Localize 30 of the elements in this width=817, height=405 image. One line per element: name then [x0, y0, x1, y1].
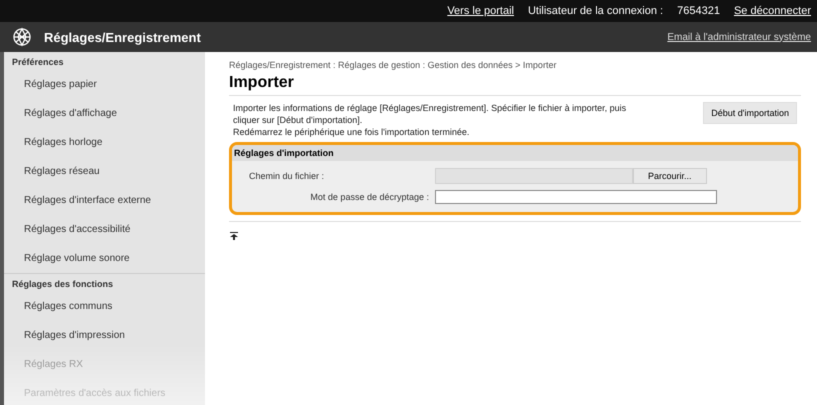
- breadcrumb: Réglages/Enregistrement : Réglages de gestion : Gestion des données > Importer: [229, 60, 558, 70]
- description-text: Redémarrez le périphérique une fois l'importation terminée.: [233, 126, 470, 138]
- portal-link[interactable]: Vers le portail: [447, 5, 514, 17]
- sidebar-item[interactable]: Réglages réseau: [4, 157, 205, 186]
- globe-icon: [12, 27, 32, 47]
- start-import-button[interactable]: Début d'importation: [703, 102, 797, 124]
- field-label: Chemin du fichier :: [248, 170, 326, 180]
- sidebar-item[interactable]: Réglages d'accessibilité: [4, 215, 205, 244]
- sidebar-item[interactable]: Réglage volume sonore: [4, 244, 205, 273]
- back-to-top-icon[interactable]: [229, 231, 239, 241]
- password-field[interactable]: [435, 190, 717, 204]
- browse-button[interactable]: Parcourir...: [633, 168, 707, 184]
- sidebar-item[interactable]: Réglages papier: [4, 70, 205, 99]
- section-title: Réglages d'importation: [232, 145, 798, 161]
- sidebar-item[interactable]: Réglages communs: [4, 292, 205, 321]
- file-path-field[interactable]: [435, 168, 633, 184]
- admin-email-link[interactable]: Email à l'administrateur système: [667, 32, 811, 42]
- sidebar-item[interactable]: Réglages horloge: [4, 128, 205, 157]
- page-title: Importer: [229, 74, 801, 96]
- user-label: Utilisateur de la connexion :: [528, 5, 664, 17]
- sidebar-heading: Préférences: [11, 56, 65, 69]
- app-title: Réglages/Enregistrement: [44, 30, 202, 44]
- user-id: 7654321: [677, 5, 720, 17]
- description-text: Importer les informations de réglage [Réglages/Enregistrement]. Spécifier le fichier à importer, puis cliquer sur [Début d'importation].: [233, 102, 628, 126]
- sidebar-item[interactable]: Réglages d'impression: [4, 321, 205, 350]
- sidebar-item[interactable]: Réglages d'interface externe: [4, 186, 205, 215]
- field-label: Mot de passe de décryptage :: [309, 192, 430, 202]
- sidebar-item[interactable]: Réglages d'affichage: [4, 99, 205, 128]
- sidebar-heading: Réglages des fonctions: [4, 273, 205, 292]
- logout-link[interactable]: Se déconnecter: [734, 5, 811, 17]
